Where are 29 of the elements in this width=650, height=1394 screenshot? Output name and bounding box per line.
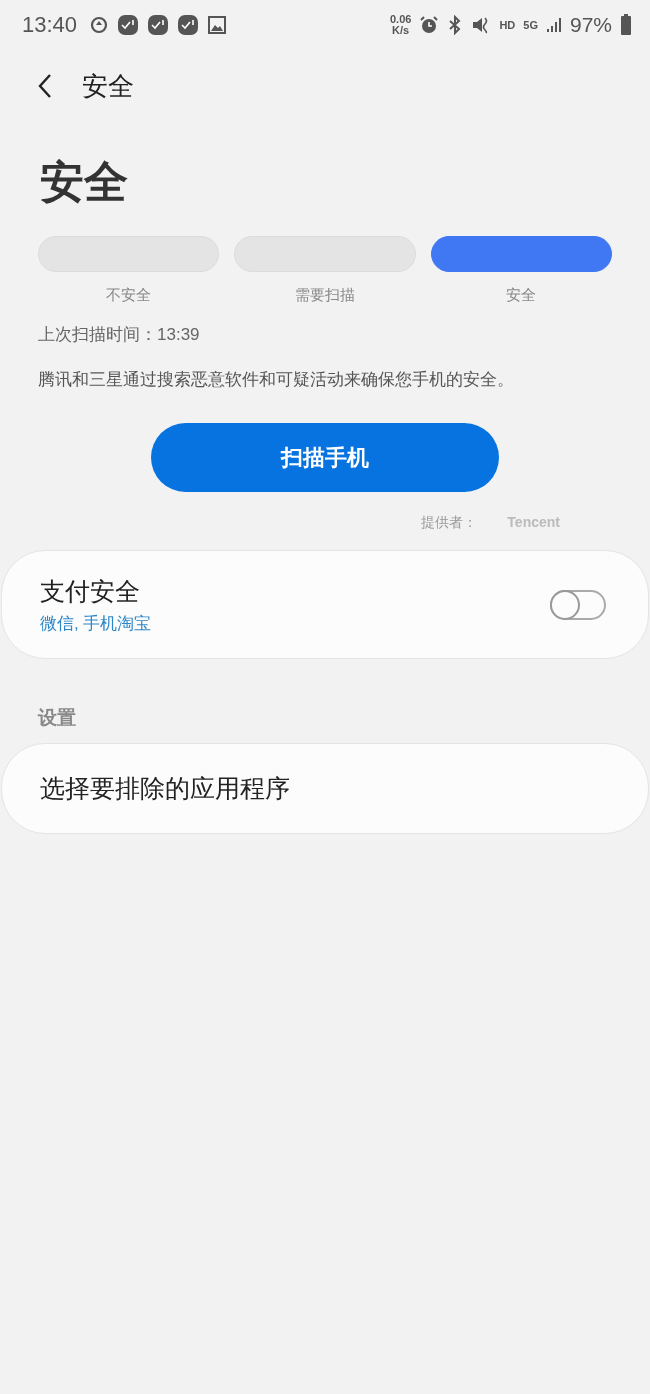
- notification-icon: [147, 14, 170, 36]
- image-icon: [207, 15, 228, 35]
- network-speed: 0.06 K/s: [389, 14, 412, 36]
- sync-icon: [89, 15, 110, 35]
- battery-icon: [620, 14, 632, 36]
- toggle-switch[interactable]: [550, 589, 606, 620]
- last-scan-time: 上次扫描时间：13:39: [38, 324, 201, 346]
- scan-button[interactable]: 扫描手机: [151, 423, 499, 492]
- settings-item[interactable]: 选择要排除的应用程序: [1, 743, 649, 834]
- status-time: 13:40: [22, 12, 78, 38]
- back-button[interactable]: [38, 73, 52, 99]
- notification-icon: [117, 14, 140, 36]
- status-label: 安全: [506, 286, 537, 305]
- status-label: 不安全: [106, 286, 152, 305]
- network-type: 5G: [523, 19, 538, 31]
- payment-apps: 微信, 手机淘宝: [40, 612, 152, 635]
- page-title: 安全: [40, 156, 129, 208]
- section-header: 设置: [38, 706, 77, 730]
- battery-level: 97%: [569, 13, 612, 37]
- provider-label: 提供者：: [421, 514, 478, 532]
- alarm-icon: [419, 15, 440, 35]
- status-label: 需要扫描: [295, 286, 355, 305]
- header-title: 安全: [82, 69, 134, 103]
- signal-icon: [545, 17, 562, 33]
- hd-indicator: HD: [499, 19, 516, 31]
- payment-title: 支付安全: [40, 575, 141, 607]
- payment-card[interactable]: 支付安全 微信, 手机淘宝: [1, 550, 649, 659]
- description: 腾讯和三星通过搜索恶意软件和可疑活动来确保您手机的安全。: [38, 369, 515, 391]
- notification-icon: [177, 14, 200, 36]
